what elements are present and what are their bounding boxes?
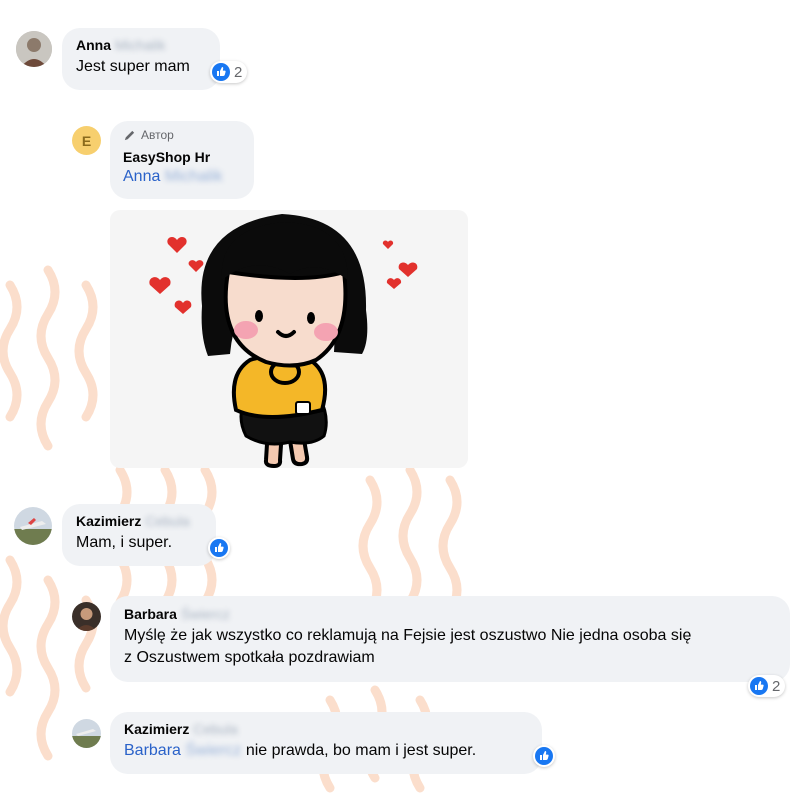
author-name[interactable]: EasyShop Hr (123, 149, 241, 165)
sticker-image[interactable] (110, 210, 468, 468)
author-name[interactable]: Kazimierz Cebula (124, 721, 528, 737)
comment-text: Mam, i super. (76, 534, 173, 551)
comment-text-line-1: Myślę że jak wszystko co reklamują na Fe… (124, 627, 692, 644)
like-icon (535, 747, 553, 765)
author-surname-blurred: Cebula (145, 513, 190, 529)
pencil-icon (124, 130, 135, 140)
reaction-badge[interactable]: 2 (748, 675, 786, 697)
like-icon (212, 63, 230, 81)
comment-bubble: Kazimierz Cebula Mam, i super. (62, 504, 216, 566)
avatar[interactable]: E (72, 126, 101, 155)
avatar[interactable] (72, 602, 101, 631)
author-name[interactable]: Anna Michalik (76, 37, 206, 53)
reaction-count: 2 (234, 63, 243, 81)
reaction-badge[interactable]: 2 (210, 61, 248, 83)
avatar[interactable] (16, 31, 52, 67)
reaction-count: 2 (772, 677, 781, 695)
mention-link[interactable]: Anna Michalik (123, 166, 241, 188)
comment-bubble: Автор EasyShop Hr Anna Michalik (110, 121, 254, 199)
author-surname-blurred: Michalik (114, 37, 166, 53)
reaction-badge[interactable] (208, 537, 230, 559)
author-name[interactable]: Kazimierz Cebula (76, 513, 202, 529)
like-icon (210, 539, 228, 557)
author-surname-blurred: Świercz (180, 606, 230, 622)
author-name[interactable]: Barbara Świercz (124, 606, 776, 622)
comment-text: Barbara Świercz nie prawda, bo mam i jes… (124, 742, 477, 759)
sticker-girl-hearts (149, 214, 418, 468)
author-surname-blurred: Cebula (193, 721, 238, 737)
comment-text-line-2: z Oszustwem spotkała pozdrawiam (124, 649, 375, 666)
avatar[interactable] (72, 719, 101, 748)
comment-text: Jest super mam (76, 58, 190, 75)
avatar-letter: E (81, 132, 92, 149)
author-badge: Автор (123, 127, 241, 143)
like-icon (750, 677, 768, 695)
comment-bubble: Kazimierz Cebula Barbara Świercz nie pra… (110, 712, 542, 774)
comment-bubble: Anna Michalik Jest super mam (62, 28, 220, 90)
reaction-badge[interactable] (533, 745, 555, 767)
mention-link[interactable]: Barbara Świercz (124, 742, 241, 759)
comment-bubble: Barbara Świercz Myślę że jak wszystko co… (110, 596, 790, 682)
avatar[interactable] (14, 507, 52, 545)
